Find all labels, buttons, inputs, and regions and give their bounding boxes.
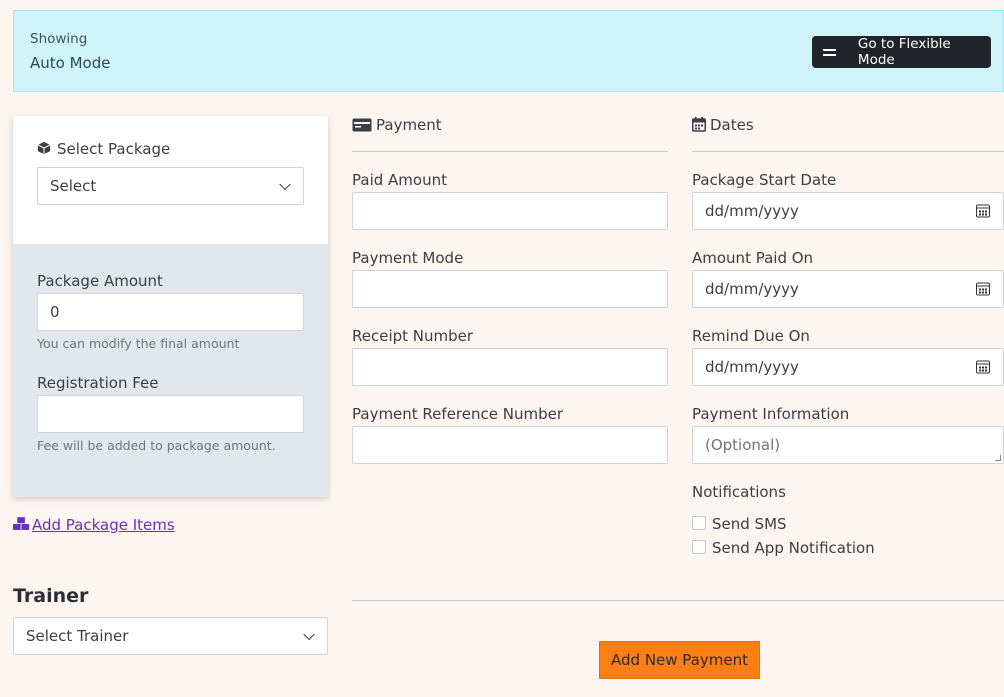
cubes-icon — [13, 517, 30, 530]
paid-amount-input[interactable] — [352, 192, 668, 230]
chevron-down-icon — [279, 178, 291, 191]
payment-mode-input[interactable] — [352, 270, 668, 308]
package-amount-label: Package Amount — [37, 272, 163, 290]
date-picker-icon[interactable] — [976, 204, 990, 218]
notifications-heading: Notifications — [692, 483, 786, 501]
package-start-date-value: dd/mm/yyyy — [705, 202, 799, 220]
payment-divider — [352, 151, 668, 152]
date-picker-icon[interactable] — [976, 282, 990, 296]
send-sms-label[interactable]: Send SMS — [712, 515, 787, 533]
trainer-select[interactable]: Select Trainer — [13, 617, 328, 655]
showing-label: Showing — [30, 31, 88, 47]
go-to-flexible-mode-button[interactable]: Go to Flexible Mode — [812, 36, 991, 68]
registration-fee-input[interactable] — [37, 395, 304, 433]
receipt-number-label: Receipt Number — [352, 327, 474, 345]
trainer-heading: Trainer — [13, 585, 89, 607]
payment-information-placeholder: (Optional) — [705, 436, 781, 454]
add-new-payment-button[interactable]: Add New Payment — [599, 641, 760, 679]
package-amount-input[interactable]: 0 — [37, 293, 304, 331]
registration-fee-hint: Fee will be added to package amount. — [37, 438, 276, 453]
remind-due-on-input[interactable]: dd/mm/yyyy — [692, 348, 1004, 386]
package-select[interactable]: Select — [37, 167, 304, 205]
payment-reference-label: Payment Reference Number — [352, 405, 563, 423]
dates-heading: Dates — [710, 116, 754, 134]
remind-due-on-value: dd/mm/yyyy — [705, 358, 799, 376]
paid-amount-label: Paid Amount — [352, 171, 447, 189]
form-divider — [352, 600, 1004, 601]
mode-banner: Showing Auto Mode Go to Flexible Mode — [13, 10, 1004, 92]
dates-divider — [692, 151, 1004, 152]
menu-icon — [823, 48, 836, 56]
package-card: Select Package Select Package Amount 0 Y… — [13, 116, 328, 497]
money-bill-icon — [352, 118, 372, 132]
payment-reference-input[interactable] — [352, 426, 668, 464]
package-amount-section: Package Amount 0 You can modify the fina… — [13, 244, 328, 497]
date-picker-icon[interactable] — [976, 360, 990, 374]
package-select-section: Select Package Select — [13, 116, 328, 244]
amount-paid-on-input[interactable]: dd/mm/yyyy — [692, 270, 1004, 308]
amount-paid-on-value: dd/mm/yyyy — [705, 280, 799, 298]
trainer-select-value: Select Trainer — [26, 627, 129, 645]
go-to-flexible-mode-label: Go to Flexible Mode — [857, 36, 951, 68]
send-app-notification-checkbox[interactable] — [692, 540, 706, 554]
mode-name: Auto Mode — [30, 54, 111, 72]
payment-information-label: Payment Information — [692, 405, 850, 423]
package-start-date-input[interactable]: dd/mm/yyyy — [692, 192, 1004, 230]
payment-heading: Payment — [376, 116, 442, 134]
remind-due-on-label: Remind Due On — [692, 327, 810, 345]
registration-fee-label: Registration Fee — [37, 374, 159, 392]
calendar-icon — [692, 117, 706, 132]
send-sms-checkbox[interactable] — [692, 516, 706, 530]
package-select-value: Select — [50, 177, 97, 195]
package-amount-hint: You can modify the final amount — [37, 336, 240, 351]
select-package-label: Select Package — [57, 140, 171, 158]
resize-handle-icon[interactable] — [995, 455, 1001, 461]
payment-information-textarea[interactable]: (Optional) — [692, 426, 1004, 464]
chevron-down-icon — [303, 628, 315, 641]
receipt-number-input[interactable] — [352, 348, 668, 386]
package-start-date-label: Package Start Date — [692, 171, 837, 189]
cube-icon — [37, 141, 51, 155]
send-app-notification-label[interactable]: Send App Notification — [712, 539, 875, 557]
amount-paid-on-label: Amount Paid On — [692, 249, 814, 267]
add-package-items-link[interactable]: Add Package Items — [32, 516, 175, 534]
payment-mode-label: Payment Mode — [352, 249, 464, 267]
